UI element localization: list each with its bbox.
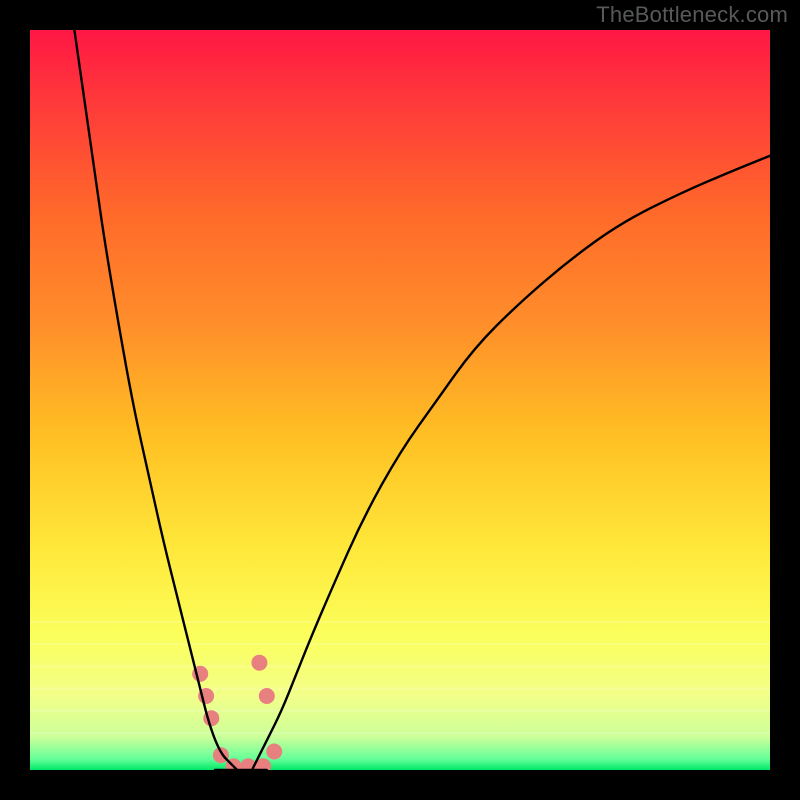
chart-svg: [30, 30, 770, 770]
watermark-text: TheBottleneck.com: [596, 2, 788, 28]
marker-dot: [251, 655, 267, 671]
plot-area: [30, 30, 770, 770]
marker-dot: [259, 688, 275, 704]
chart-frame: TheBottleneck.com: [0, 0, 800, 800]
gradient-background: [30, 30, 770, 770]
marker-dot: [266, 744, 282, 760]
